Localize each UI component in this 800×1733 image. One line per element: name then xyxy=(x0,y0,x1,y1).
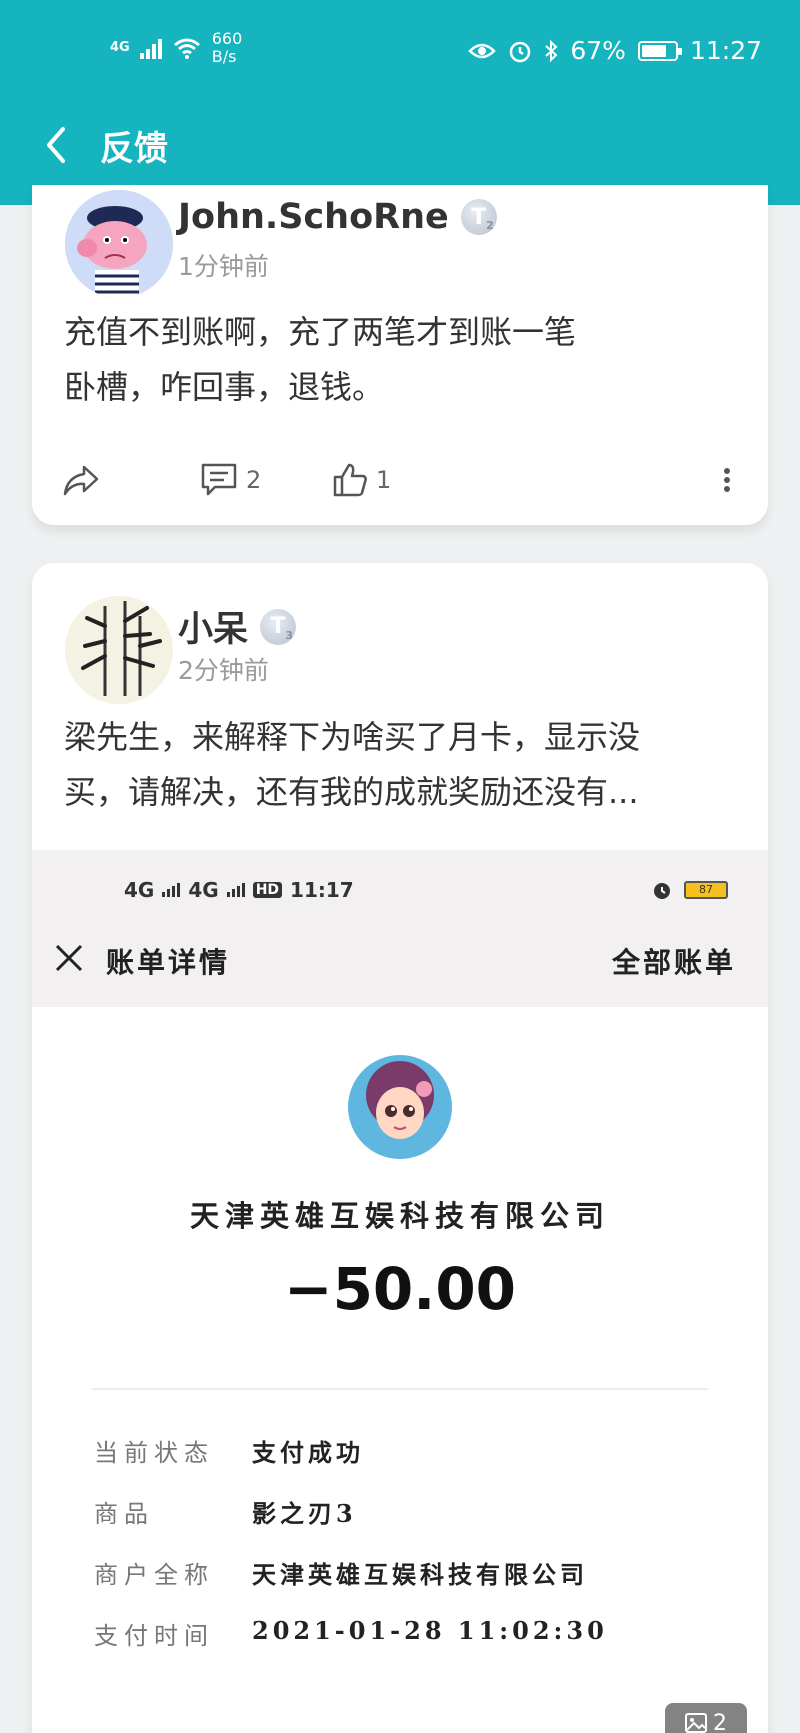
bill-row-value: 天津英雄互娱科技有限公司 xyxy=(252,1560,588,1589)
avatar[interactable] xyxy=(65,596,173,704)
image-clock: 11:17 xyxy=(290,878,354,902)
post-time: 1分钟前 xyxy=(178,252,269,281)
like-button[interactable]: 1 xyxy=(332,450,391,510)
merchant-avatar xyxy=(348,1055,452,1159)
share-button[interactable] xyxy=(62,450,100,510)
bill-row-key: 当前状态 xyxy=(94,1439,214,1467)
network-type: 4G xyxy=(110,40,130,55)
level-badge: T2 xyxy=(460,199,497,235)
post-card[interactable]: 小呆 T3 2分钟前 梁先生，来解释下为啥买了月卡，显示没 买，请解决，还有我的… xyxy=(32,563,768,1733)
attached-image[interactable]: 4G 4G HD 11:17 87 账单详情 全部账单 天津英雄互娱科技有限公司… xyxy=(32,850,768,1733)
merchant-logo xyxy=(348,1055,452,1159)
bill-title: 账单详情 xyxy=(106,946,231,979)
post-text[interactable]: 充值不到账啊，充了两笔才到账一笔 卧槽，咋回事，退钱。 xyxy=(64,305,576,415)
level-letter: T xyxy=(270,614,286,639)
image-count-badge[interactable]: 2 xyxy=(665,1703,747,1733)
username-text: 小呆 xyxy=(178,610,249,650)
image-battery: 87 xyxy=(652,880,728,900)
username[interactable]: John.SchoRne T2 xyxy=(178,197,497,237)
bill-row-value: 支付成功 xyxy=(252,1438,364,1467)
share-icon xyxy=(63,465,99,496)
level-badge: T3 xyxy=(260,608,297,645)
post-text[interactable]: 梁先生，来解释下为啥买了月卡，显示没 买，请解决，还有我的成就奖励还没有... xyxy=(64,710,640,820)
post-time: 2分钟前 xyxy=(178,656,269,685)
post-text-line: 梁先生，来解释下为啥买了月卡，显示没 xyxy=(64,718,641,756)
bill-row-value: 影之刃3 xyxy=(252,1499,357,1528)
signal-bars-icon xyxy=(139,37,162,59)
back-button[interactable] xyxy=(30,115,80,175)
bluetooth-icon xyxy=(545,39,558,62)
speed-unit: B/s xyxy=(211,47,237,66)
image-battery-level: 87 xyxy=(699,883,713,896)
avatar-image xyxy=(65,596,173,704)
network-speed: 660 B/s xyxy=(212,30,243,66)
signal-icon: 4G xyxy=(110,40,130,55)
comment-count: 2 xyxy=(246,466,262,494)
speed-value: 660 xyxy=(211,29,243,48)
battery-icon xyxy=(637,40,682,61)
comment-button[interactable]: 2 xyxy=(200,450,261,510)
signal-bars-icon xyxy=(162,883,181,897)
bill-row-key: 商户全称 xyxy=(94,1561,214,1589)
username[interactable]: 小呆 T3 xyxy=(178,601,297,652)
app-header: 4G 660 B/s 67% 11:27 反馈 xyxy=(0,0,800,205)
alarm-icon xyxy=(510,41,531,62)
clock: 11:27 xyxy=(689,36,762,65)
image-network: 4G xyxy=(188,878,219,902)
battery-percent: 67% xyxy=(570,36,626,65)
alarm-icon xyxy=(654,883,670,899)
signal-bars-icon xyxy=(226,883,245,897)
comment-icon xyxy=(201,463,237,496)
more-vertical-icon xyxy=(724,468,730,492)
chevron-left-icon xyxy=(47,127,65,163)
bill-amount: −50.00 xyxy=(283,1255,517,1323)
avatar[interactable] xyxy=(65,190,173,298)
level-number: 3 xyxy=(285,628,294,642)
status-bar: 4G 660 B/s 67% 11:27 xyxy=(0,0,800,100)
post-text-line: 买，请解决，还有我的成就奖励还没有... xyxy=(64,773,639,811)
page-title: 反馈 xyxy=(100,128,168,169)
level-number: 2 xyxy=(486,219,494,232)
bill-header: 4G 4G HD 11:17 87 账单详情 全部账单 xyxy=(32,850,768,1007)
post-text-line: 卧槽，咋回事，退钱。 xyxy=(64,368,385,406)
hd-icon: HD xyxy=(252,882,283,898)
merchant-name: 天津英雄互娱科技有限公司 xyxy=(189,1199,610,1233)
post-text-line: 充值不到账啊，充了两笔才到账一笔 xyxy=(64,313,577,351)
bill-row-key: 支付时间 xyxy=(94,1622,214,1650)
thumbs-up-icon xyxy=(333,463,367,497)
eye-icon xyxy=(468,43,497,58)
image-icon xyxy=(685,1713,707,1733)
image-count: 2 xyxy=(713,1710,727,1733)
close-icon[interactable] xyxy=(52,941,86,975)
post-actions: 2 1 xyxy=(32,450,768,510)
username-text: John.SchoRne xyxy=(178,197,449,237)
all-bills-link[interactable]: 全部账单 xyxy=(612,941,736,981)
more-button[interactable] xyxy=(722,450,732,510)
title-bar: 反馈 xyxy=(0,110,800,180)
image-network: 4G xyxy=(124,878,155,902)
bill-nav: 账单详情 全部账单 xyxy=(32,935,768,985)
level-letter: T xyxy=(471,204,487,230)
avatar-image xyxy=(65,190,173,298)
bill-row-key: 商品 xyxy=(94,1500,154,1528)
bill-row-value: 2021-01-28 11:02:30 xyxy=(252,1616,608,1645)
like-count: 1 xyxy=(376,466,392,494)
wifi-icon xyxy=(173,38,200,59)
divider xyxy=(92,1388,708,1390)
battery-icon: 87 xyxy=(684,881,728,899)
image-status-bar: 4G 4G HD 11:17 xyxy=(124,878,354,902)
